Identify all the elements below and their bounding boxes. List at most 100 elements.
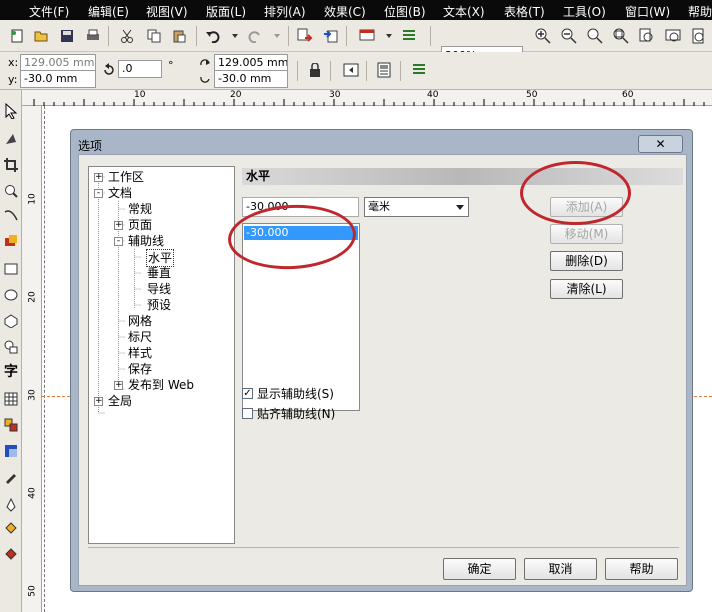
toolbar-separator bbox=[196, 26, 197, 46]
new-document-icon[interactable] bbox=[8, 27, 26, 45]
tree-item-publish-web[interactable]: 发布到 Web bbox=[128, 377, 194, 393]
tree-item-styles[interactable]: 样式 bbox=[128, 345, 152, 361]
menu-item[interactable]: 文本(X) bbox=[443, 3, 485, 20]
help-button[interactable]: 帮助 bbox=[605, 558, 678, 580]
tree-item-page[interactable]: 页面 bbox=[128, 217, 152, 233]
guide-y-field[interactable]: -30.0 mm bbox=[214, 70, 288, 88]
tree-item-global[interactable]: 全局 bbox=[108, 393, 132, 409]
copy-icon[interactable] bbox=[145, 27, 163, 45]
tree-expander[interactable]: + bbox=[94, 397, 103, 406]
show-guidelines-checkbox[interactable]: ✓ bbox=[242, 388, 253, 399]
ruler-label: 20 bbox=[27, 291, 38, 303]
zoom-height-icon[interactable] bbox=[689, 27, 707, 45]
move-button[interactable]: 移动(M) bbox=[550, 224, 623, 244]
tree-item-guidelines[interactable]: 辅助线 bbox=[128, 233, 164, 249]
ruler-label: 60 bbox=[622, 90, 634, 100]
chevron-down-icon[interactable] bbox=[226, 27, 244, 45]
welcome-screen-icon[interactable] bbox=[400, 27, 418, 45]
zoom-in-icon[interactable] bbox=[534, 27, 552, 45]
text-tool-icon[interactable]: 字 bbox=[2, 362, 20, 380]
ok-button[interactable]: 确定 bbox=[443, 558, 516, 580]
dialog-title: 选项 bbox=[78, 139, 103, 153]
outline-tool-icon[interactable] bbox=[2, 496, 20, 514]
menu-item[interactable]: 帮助 bbox=[688, 3, 712, 20]
menu-item[interactable]: 表格(T) bbox=[504, 3, 545, 20]
tree-expander[interactable]: + bbox=[114, 221, 123, 230]
cancel-button[interactable]: 取消 bbox=[524, 558, 597, 580]
close-button[interactable]: ✕ bbox=[638, 135, 683, 153]
ellipse-tool-icon[interactable] bbox=[2, 286, 20, 304]
zoom-fit-icon[interactable] bbox=[586, 27, 604, 45]
tree-expander[interactable]: - bbox=[114, 237, 123, 246]
zoom-page-icon[interactable] bbox=[638, 27, 656, 45]
menu-item[interactable]: 窗口(W) bbox=[625, 3, 670, 20]
y-position-field[interactable]: -30.0 mm bbox=[20, 70, 96, 88]
table-tool-icon[interactable] bbox=[2, 390, 20, 408]
menu-item[interactable]: 文件(F) bbox=[29, 3, 69, 20]
chevron-down-icon[interactable] bbox=[268, 27, 286, 45]
tree-expander[interactable]: + bbox=[114, 381, 123, 390]
fill-tool-icon[interactable] bbox=[2, 520, 20, 538]
unit-select[interactable]: 毫米 bbox=[364, 197, 469, 217]
redo-icon[interactable] bbox=[246, 27, 264, 45]
angle-field[interactable]: .0 bbox=[118, 60, 162, 78]
standard-toolbar: 300% bbox=[0, 20, 712, 65]
dynamic-guides-icon[interactable] bbox=[410, 61, 428, 79]
cut-icon[interactable] bbox=[118, 27, 136, 45]
zoom-out-icon[interactable] bbox=[560, 27, 578, 45]
menu-item[interactable]: 视图(V) bbox=[146, 3, 188, 20]
import-icon[interactable] bbox=[296, 27, 314, 45]
tree-item-save[interactable]: 保存 bbox=[128, 361, 152, 377]
menu-item[interactable]: 版面(L) bbox=[206, 3, 246, 20]
menu-item[interactable]: 效果(C) bbox=[324, 3, 366, 20]
lock-icon[interactable] bbox=[306, 61, 324, 79]
menu-item[interactable]: 排列(A) bbox=[264, 3, 306, 20]
vertical-ruler[interactable]: 10 20 30 40 50 bbox=[22, 106, 42, 612]
tree-item-vertical[interactable]: 垂直 bbox=[147, 265, 171, 281]
footer-divider bbox=[88, 547, 679, 548]
polygon-tool-icon[interactable] bbox=[2, 312, 20, 330]
chevron-down-icon[interactable] bbox=[380, 27, 398, 45]
snap-guidelines-checkbox[interactable] bbox=[242, 408, 253, 419]
tree-item-document[interactable]: 文档 bbox=[108, 185, 132, 201]
wrap-text-icon[interactable] bbox=[342, 61, 360, 79]
freehand-tool-icon[interactable] bbox=[2, 206, 20, 224]
menu-item[interactable]: 工具(O) bbox=[563, 3, 606, 20]
zoom-selected-icon[interactable] bbox=[612, 27, 630, 45]
transparency-tool-icon[interactable] bbox=[2, 442, 20, 460]
smart-fill-tool-icon[interactable] bbox=[2, 232, 20, 250]
paste-icon[interactable] bbox=[170, 27, 188, 45]
tree-expander[interactable]: + bbox=[94, 173, 103, 182]
menu-item[interactable]: 位图(B) bbox=[384, 3, 426, 20]
rectangle-tool-icon[interactable] bbox=[2, 260, 20, 278]
basic-shapes-tool-icon[interactable] bbox=[2, 338, 20, 356]
tree-expander[interactable]: - bbox=[94, 189, 103, 198]
shape-tool-icon[interactable] bbox=[2, 130, 20, 148]
tree-item-rulers[interactable]: 标尺 bbox=[128, 329, 152, 345]
application-launcher-icon[interactable] bbox=[358, 27, 376, 45]
crop-tool-icon[interactable] bbox=[2, 156, 20, 174]
guideline-options-icon[interactable] bbox=[375, 61, 393, 79]
tree-item-presets[interactable]: 预设 bbox=[147, 297, 171, 313]
delete-button[interactable]: 删除(D) bbox=[550, 251, 623, 271]
eyedropper-tool-icon[interactable] bbox=[2, 468, 20, 486]
open-folder-icon[interactable] bbox=[32, 27, 50, 45]
undo-icon[interactable] bbox=[205, 27, 223, 45]
annotation-circle-add bbox=[520, 161, 631, 225]
tree-item-workspace[interactable]: 工作区 bbox=[108, 169, 144, 185]
export-icon[interactable] bbox=[322, 27, 340, 45]
interactive-fill-tool-icon[interactable] bbox=[2, 546, 20, 564]
horizontal-ruler[interactable]: 10 20 30 40 50 60 bbox=[22, 90, 712, 106]
zoom-tool-icon[interactable] bbox=[2, 182, 20, 200]
tree-item-guides[interactable]: 导线 bbox=[147, 281, 171, 297]
zoom-width-icon[interactable] bbox=[664, 27, 682, 45]
menu-item[interactable]: 编辑(E) bbox=[88, 3, 129, 20]
save-icon[interactable] bbox=[58, 27, 76, 45]
pick-tool-icon[interactable] bbox=[2, 102, 20, 120]
tree-item-grid[interactable]: 网格 bbox=[128, 313, 152, 329]
ruler-label: 10 bbox=[27, 193, 38, 205]
clear-button[interactable]: 清除(L) bbox=[550, 279, 623, 299]
blend-tool-icon[interactable] bbox=[2, 416, 20, 434]
tree-item-general[interactable]: 常规 bbox=[128, 201, 152, 217]
print-icon[interactable] bbox=[84, 27, 102, 45]
